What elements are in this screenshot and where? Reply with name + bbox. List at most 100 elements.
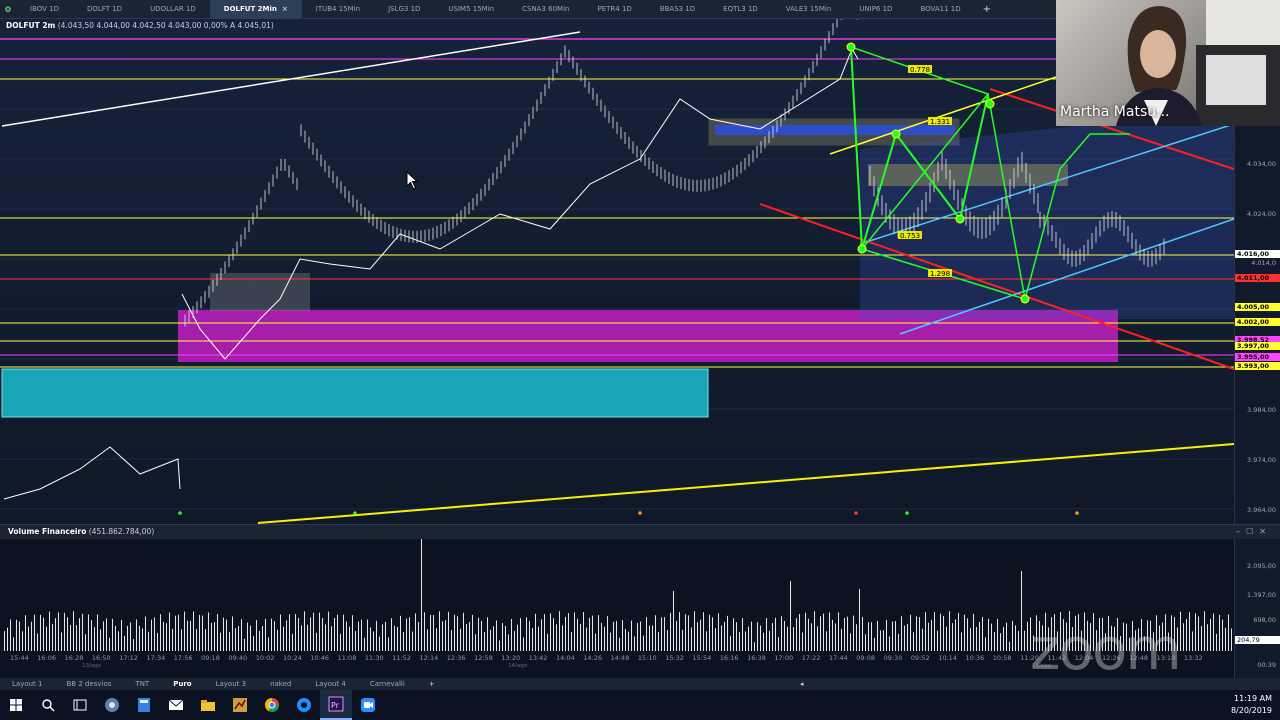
volume-bar	[349, 626, 350, 651]
close-icon[interactable]: ✕	[1259, 527, 1272, 536]
volume-bar	[16, 619, 17, 651]
volume-bar	[685, 614, 686, 651]
volume-axis-label: 698,00	[1253, 616, 1276, 624]
volume-bar	[523, 637, 524, 651]
volume-bar	[196, 628, 197, 651]
symbol-tab[interactable]: USIM5 15Min	[434, 0, 508, 19]
time-axis-label: 15:44	[10, 654, 29, 662]
volume-bar	[916, 616, 917, 651]
volume-bar	[709, 614, 710, 651]
symbol-tab[interactable]: DOLFT 1D	[73, 0, 136, 19]
volume-bar	[946, 626, 947, 651]
volume-bar	[775, 617, 776, 651]
volume-bar	[472, 614, 473, 651]
volume-bar	[631, 620, 632, 651]
layout-tab[interactable]: Puro	[161, 680, 203, 688]
volume-bar	[979, 621, 980, 651]
volume-bar	[130, 622, 131, 651]
volume-bar	[10, 619, 11, 651]
chart-title: DOLFUT 2m (4.043,50 4.044,00 4.042,50 4.…	[6, 21, 274, 30]
volume-bar	[886, 619, 887, 651]
volume-bar	[688, 615, 689, 651]
file-explorer-icon[interactable]	[192, 690, 224, 720]
volume-bar	[40, 614, 41, 651]
volume-bar	[1204, 611, 1205, 651]
symbol-tab[interactable]: VALE3 15Min	[772, 0, 845, 19]
layout-tab[interactable]: Layout 4	[303, 680, 357, 688]
symbol-tab[interactable]: EQTL3 1D	[709, 0, 772, 19]
volume-bar	[865, 634, 866, 651]
windows-start-icon[interactable]	[0, 690, 32, 720]
symbol-tab[interactable]: IBOV 1D	[16, 0, 73, 19]
volume-bar	[184, 611, 185, 651]
symbol-tab[interactable]: CSNA3 60Min	[508, 0, 583, 19]
chrome-icon[interactable]	[256, 690, 288, 720]
close-tab-icon[interactable]: ×	[282, 5, 288, 13]
date-axis-label: 14/ago	[508, 663, 528, 669]
layout-tab[interactable]: Layout 1	[0, 680, 54, 688]
layout-tab[interactable]: Layout 3	[204, 680, 258, 688]
zoom-icon[interactable]	[352, 690, 384, 720]
chart-canvas[interactable]: 0.778 1.331 0.753 1.298	[0, 19, 1234, 524]
volume-bar	[262, 626, 263, 651]
time-axis-label: 10:02	[255, 654, 275, 662]
symbol-tab-label: USIM5 15Min	[448, 4, 495, 13]
volume-bar	[259, 630, 260, 651]
volume-bar	[34, 614, 35, 651]
profit-app-icon[interactable]	[224, 690, 256, 720]
minimize-icon[interactable]: –	[1236, 527, 1246, 536]
premiere-icon[interactable]: Pr	[320, 690, 352, 720]
task-view-icon[interactable]	[64, 690, 96, 720]
volume-bar	[538, 626, 539, 651]
time-axis-label: 15:54	[692, 654, 712, 662]
symbol-tab[interactable]: UNIP6 1D	[845, 0, 906, 19]
volume-bar	[556, 624, 557, 651]
volume-bar	[226, 619, 227, 651]
calculator-icon[interactable]	[128, 690, 160, 720]
volume-bar	[265, 618, 266, 651]
signal-dot	[638, 511, 642, 515]
edge-icon[interactable]	[288, 690, 320, 720]
symbol-tab[interactable]: DOLFUT 2Min ×	[209, 0, 302, 19]
volume-bar	[952, 623, 953, 651]
system-clock[interactable]: 11:19 AM 8/20/2019	[1231, 693, 1272, 717]
volume-bar	[91, 620, 92, 651]
signal-dot	[353, 511, 357, 515]
layout-tab[interactable]: naked	[258, 680, 303, 688]
volume-bar	[580, 623, 581, 651]
add-layout-icon[interactable]: +	[417, 680, 447, 688]
symbol-tab[interactable]: ITUB4 15Min	[302, 0, 374, 19]
volume-bar	[964, 614, 965, 651]
symbol-tab[interactable]: BBAS3 1D	[646, 0, 709, 19]
clock-date: 8/20/2019	[1230, 706, 1272, 715]
scroll-left-icon[interactable]: ◂	[800, 680, 804, 688]
volume-bar	[643, 635, 644, 651]
add-tab-icon[interactable]: +	[975, 4, 999, 15]
chrome-dev-icon[interactable]	[96, 690, 128, 720]
volume-bar	[136, 619, 137, 651]
volume-bar	[283, 626, 284, 651]
volume-bar	[229, 632, 230, 651]
volume-bar	[190, 620, 191, 651]
volume-bar	[607, 616, 608, 651]
volume-bar	[1006, 622, 1007, 651]
symbol-tab[interactable]: JSLG3 1D	[374, 0, 434, 19]
symbol-tab[interactable]: UDOLLAR 1D	[136, 0, 210, 19]
time-axis-label: 12:36	[446, 654, 466, 662]
search-icon[interactable]	[32, 690, 64, 720]
time-axis-label: 10:58	[992, 654, 1012, 662]
volume-bar	[520, 618, 521, 651]
layout-tab[interactable]: BB 2 desvios	[54, 680, 123, 688]
symbol-tab[interactable]: BOVA11 1D	[906, 0, 974, 19]
layout-tab[interactable]: TNT	[123, 680, 161, 688]
mail-icon[interactable]	[160, 690, 192, 720]
symbol-tab-bar: ⚙ IBOV 1D DOLFT 1D UDOLLAR 1D DOLFUT 2Min × I…	[0, 0, 1056, 19]
panel-controls[interactable]: –☐✕	[1236, 525, 1272, 539]
volume-bar	[124, 635, 125, 651]
volume-bar	[394, 625, 395, 651]
settings-icon[interactable]: ⚙	[0, 5, 16, 14]
time-axis-label: 16:16	[719, 654, 739, 662]
layout-tab[interactable]: Carnevalli	[358, 680, 417, 688]
symbol-tab[interactable]: PETR4 1D	[583, 0, 645, 19]
maximize-icon[interactable]: ☐	[1246, 527, 1259, 536]
